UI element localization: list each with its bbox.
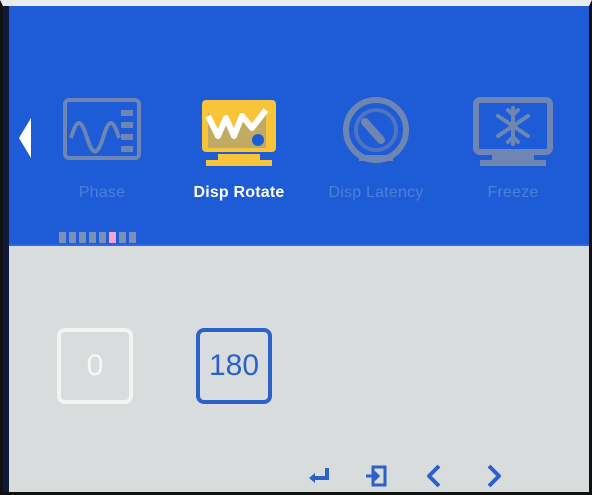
menu-label-freeze: Freeze [487, 184, 539, 201]
osd-controls [305, 462, 507, 490]
menu-item-disp-latency[interactable]: Disp Latency [301, 94, 451, 214]
snowflake-monitor-icon [473, 97, 553, 166]
chevron-right-icon[interactable] [479, 462, 507, 490]
page-dot [129, 232, 136, 243]
osd-menu-bar: Phase Disp Rotate Disp Latency Freeze [3, 6, 589, 246]
menu-label-disp-latency: Disp Latency [328, 184, 424, 201]
menu-item-phase[interactable]: Phase [27, 94, 177, 214]
speedometer-icon [343, 97, 409, 163]
page-dot [59, 232, 66, 243]
phase-waveform-icon [63, 98, 141, 160]
page-indicator [59, 232, 136, 243]
page-dot [69, 232, 76, 243]
page-dot-active [109, 232, 116, 243]
menu-label-phase: Phase [78, 184, 126, 201]
menu-item-freeze[interactable]: Freeze [438, 94, 588, 214]
enter-icon[interactable] [305, 462, 333, 490]
chevron-left-icon[interactable] [421, 462, 449, 490]
display-rotate-icon [202, 100, 276, 166]
page-dot [119, 232, 126, 243]
rotate-option-180[interactable]: 180 [196, 328, 272, 404]
menu-label-disp-rotate: Disp Rotate [193, 184, 285, 201]
osd-screen: Phase Disp Rotate Disp Latency Freeze 0 … [0, 0, 592, 495]
menu-item-disp-rotate[interactable]: Disp Rotate [164, 94, 314, 214]
exit-icon[interactable] [363, 462, 391, 490]
page-dot [89, 232, 96, 243]
page-dot [79, 232, 86, 243]
page-dot [99, 232, 106, 243]
rotate-option-0[interactable]: 0 [57, 328, 133, 404]
